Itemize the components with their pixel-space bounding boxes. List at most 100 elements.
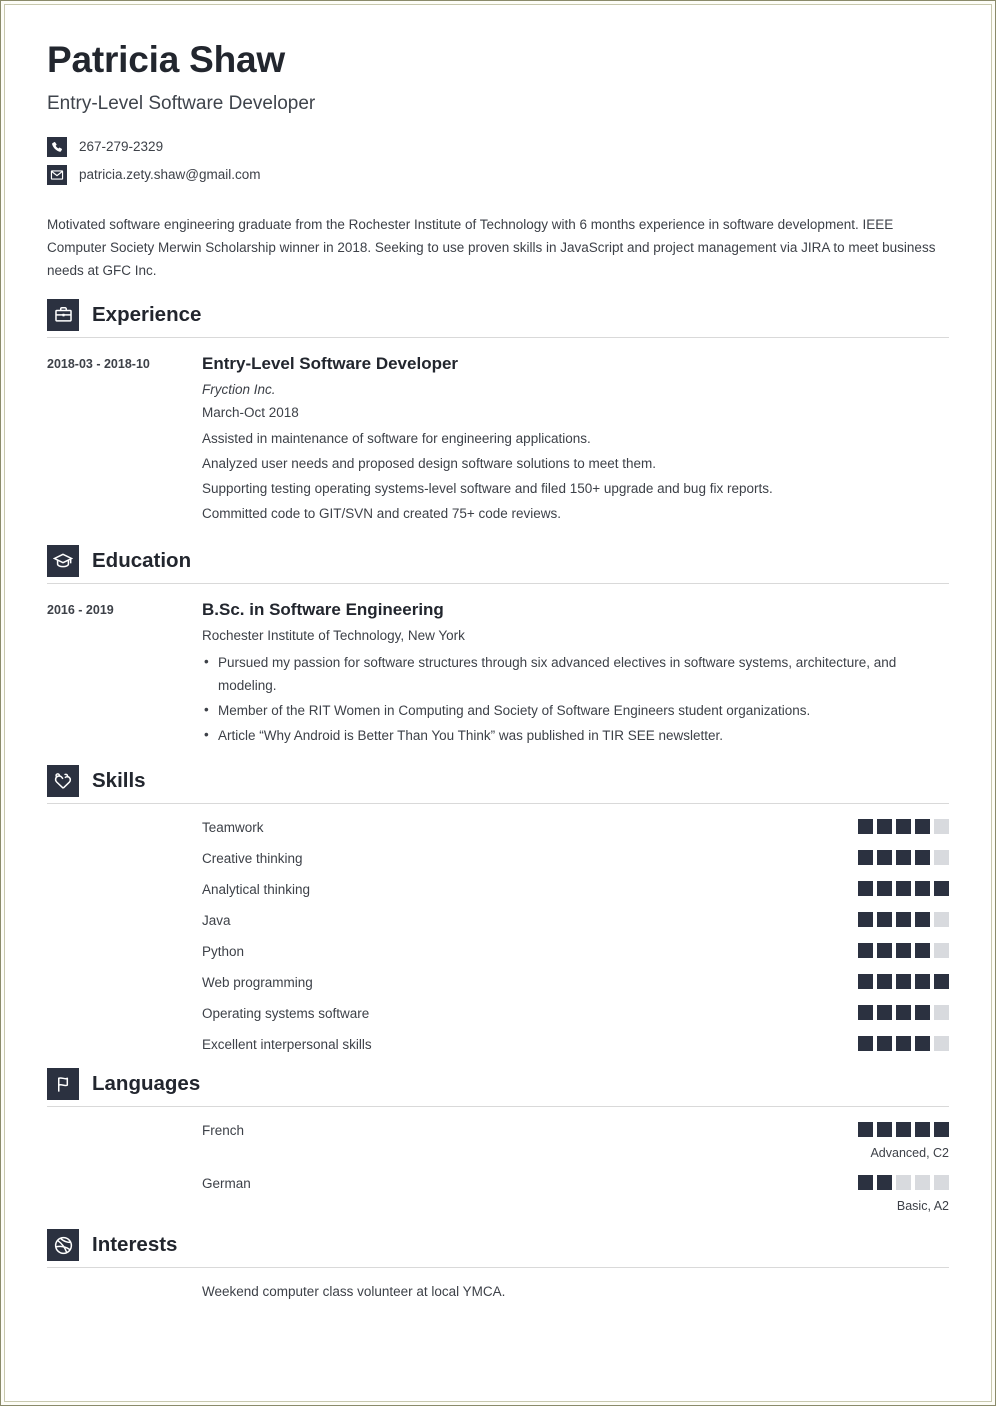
- education-degree: B.Sc. in Software Engineering: [202, 599, 444, 619]
- language-level: Advanced, C2: [870, 1146, 949, 1161]
- rating-dot: [896, 1175, 911, 1191]
- rating-dot: [934, 850, 949, 866]
- contact-item-email[interactable]: patricia.zety.shaw@gmail.com: [47, 164, 949, 185]
- rating-dot: [934, 1175, 949, 1191]
- section-education: Education 2016 - 2019 B.Sc. in Software …: [47, 544, 949, 750]
- rating-dot: [896, 974, 911, 990]
- education-date: 2016 - 2019: [47, 602, 114, 617]
- rating-dot: [877, 943, 892, 959]
- skill-rating: [769, 943, 949, 959]
- rating-dots: [769, 943, 949, 959]
- skill-rating: [769, 850, 949, 866]
- section-header-experience: Experience: [47, 298, 949, 338]
- section-title-experience: Experience: [92, 302, 202, 326]
- rating-dot: [915, 912, 930, 928]
- language-row: French Advanced, C2: [47, 1122, 949, 1160]
- skill-row: Excellent interpersonal skills: [47, 1036, 949, 1052]
- section-skills: Skills Teamwork Creative thinking Analyt…: [47, 765, 949, 1052]
- rating-dot: [858, 1122, 873, 1138]
- resume-header: Patricia Shaw Entry-Level Software Devel…: [47, 39, 949, 283]
- skill-label: Java: [202, 913, 231, 929]
- rating-dot: [858, 912, 873, 928]
- email-icon: [47, 164, 67, 185]
- skill-row: Java: [47, 912, 949, 928]
- section-interests: Interests Weekend computer class volunte…: [47, 1229, 949, 1299]
- rating-dot: [877, 850, 892, 866]
- experience-entry: 2018-03 - 2018-10 Entry-Level Software D…: [47, 354, 949, 529]
- rating-dot: [915, 819, 930, 835]
- rating-dots: [769, 912, 949, 928]
- section-header-education: Education: [47, 544, 949, 584]
- rating-dot: [877, 974, 892, 990]
- education-entry: 2016 - 2019 B.Sc. in Software Engineerin…: [47, 600, 949, 750]
- skill-label: Python: [202, 944, 245, 960]
- skill-rating: [769, 1005, 949, 1021]
- rating-dot: [877, 819, 892, 835]
- skill-row: Web programming: [47, 974, 949, 990]
- skill-row: Analytical thinking: [47, 881, 949, 897]
- rating-dot: [858, 1036, 873, 1052]
- skill-label: Creative thinking: [202, 851, 303, 867]
- rating-dot: [915, 1036, 930, 1052]
- rating-dots: [769, 850, 949, 866]
- phone-icon: [47, 136, 67, 157]
- skill-row: Creative thinking: [47, 850, 949, 866]
- rating-dot: [934, 1122, 949, 1138]
- skill-row: Python: [47, 943, 949, 959]
- rating-dot: [915, 1005, 930, 1021]
- rating-dot: [858, 1005, 873, 1021]
- candidate-name: Patricia Shaw: [47, 39, 286, 80]
- section-header-interests: Interests: [47, 1229, 949, 1269]
- experience-date: 2018-03 - 2018-10: [47, 356, 150, 371]
- rating-dot: [877, 1036, 892, 1052]
- education-entry-body: B.Sc. in Software Engineering Rochester …: [202, 600, 949, 750]
- rating-dot: [858, 819, 873, 835]
- education-school: Rochester Institute of Technology, New Y…: [202, 627, 465, 643]
- rating-dot: [934, 881, 949, 897]
- rating-dot: [934, 1005, 949, 1021]
- rating-dot: [896, 850, 911, 866]
- education-bullet: Article “Why Android is Better Than You …: [202, 723, 949, 747]
- resume-page: Patricia Shaw Entry-Level Software Devel…: [4, 4, 992, 1402]
- experience-entry-body: Entry-Level Software Developer Fryction …: [202, 354, 949, 529]
- section-languages: Languages French Advanced, C2 German Bas…: [47, 1068, 949, 1213]
- language-rating: Advanced, C2: [769, 1122, 949, 1160]
- skill-rating: [769, 1036, 949, 1052]
- rating-dot: [896, 881, 911, 897]
- rating-dot: [858, 850, 873, 866]
- education-bullet: Pursued my passion for software structur…: [202, 650, 949, 697]
- contact-item-phone[interactable]: 267-279-2329: [47, 136, 949, 157]
- rating-dot: [896, 912, 911, 928]
- candidate-job-title: Entry-Level Software Developer: [47, 92, 316, 114]
- experience-line: Committed code to GIT/SVN and created 75…: [202, 506, 562, 522]
- skill-rating: [769, 819, 949, 835]
- education-bullets: Pursued my passion for software structur…: [202, 650, 949, 748]
- skill-rating: [769, 881, 949, 897]
- section-title-interests: Interests: [92, 1233, 178, 1257]
- experience-line: Supporting testing operating systems-lev…: [202, 481, 773, 497]
- language-label: French: [202, 1123, 245, 1139]
- briefcase-icon: [47, 298, 79, 331]
- section-experience: Experience 2018-03 - 2018-10 Entry-Level…: [47, 298, 949, 529]
- experience-job-title: Entry-Level Software Developer: [202, 353, 459, 373]
- language-level: Basic, A2: [896, 1199, 949, 1214]
- rating-dot: [915, 1122, 930, 1138]
- rating-dots: [769, 974, 949, 990]
- skill-row: Teamwork: [47, 819, 949, 835]
- language-label: German: [202, 1176, 251, 1192]
- email-value: patricia.zety.shaw@gmail.com: [79, 167, 261, 183]
- rating-dot: [896, 1005, 911, 1021]
- rating-dot: [858, 881, 873, 897]
- rating-dots: [769, 1175, 949, 1191]
- rating-dots: [769, 1036, 949, 1052]
- language-row: German Basic, A2: [47, 1175, 949, 1213]
- skill-rating: [769, 912, 949, 928]
- rating-dot: [877, 1122, 892, 1138]
- rating-dots: [769, 1005, 949, 1021]
- rating-dot: [877, 881, 892, 897]
- interest-item: Weekend computer class volunteer at loca…: [202, 1284, 506, 1300]
- skill-label: Operating systems software: [202, 1006, 370, 1022]
- section-header-languages: Languages: [47, 1068, 949, 1108]
- flag-icon: [47, 1068, 79, 1101]
- rating-dot: [877, 1005, 892, 1021]
